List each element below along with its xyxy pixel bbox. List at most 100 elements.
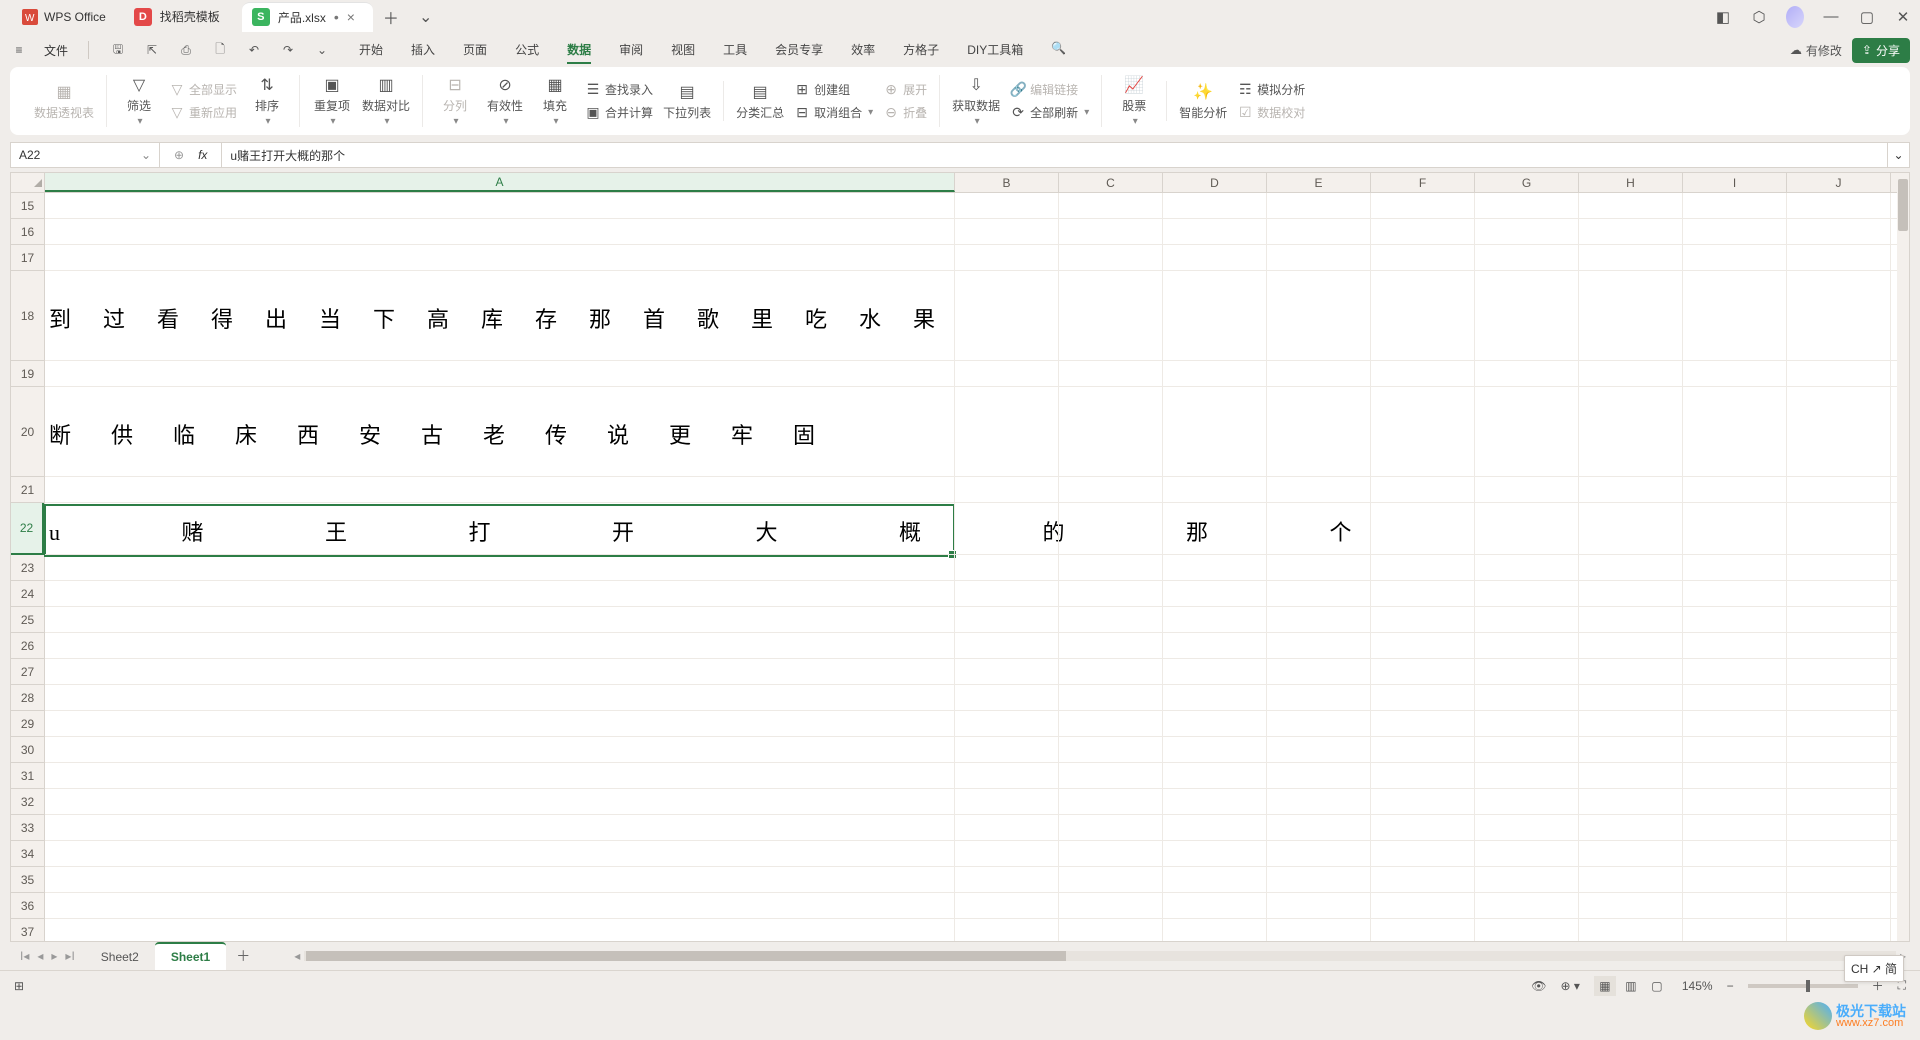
find-entry-button[interactable]: ☰查找录入: [585, 81, 653, 98]
file-menu[interactable]: 文件: [44, 42, 68, 59]
file-tab-active[interactable]: S 产品.xlsx • ×: [242, 2, 373, 32]
chevron-down-icon[interactable]: ⌄: [141, 148, 151, 162]
avatar[interactable]: [1786, 6, 1804, 28]
stocks-button[interactable]: 📈股票: [1114, 75, 1154, 127]
collapse-button[interactable]: ⊖折叠: [883, 104, 927, 121]
subtotal-button[interactable]: ▤分类汇总: [736, 82, 784, 121]
sheet-nav-last[interactable]: ▸I: [65, 949, 74, 963]
group-button[interactable]: ⊞创建组: [794, 81, 873, 98]
app-tab[interactable]: W WPS Office: [8, 0, 120, 33]
tab-member[interactable]: 会员专享: [775, 37, 823, 64]
row-header-32[interactable]: 32: [11, 789, 44, 815]
row-header-31[interactable]: 31: [11, 763, 44, 789]
edit-link-button[interactable]: 🔗编辑链接: [1010, 81, 1089, 98]
fx-label[interactable]: fx: [198, 148, 207, 162]
col-header-C[interactable]: C: [1059, 173, 1163, 192]
zoom-slider[interactable]: [1748, 984, 1858, 988]
filter-button[interactable]: ▽筛选: [119, 75, 159, 127]
sort-button[interactable]: ⇅排序: [247, 75, 287, 127]
row-header-24[interactable]: 24: [11, 581, 44, 607]
col-header-F[interactable]: F: [1371, 173, 1475, 192]
export-icon[interactable]: ⇱: [143, 41, 161, 59]
add-tab-button[interactable]: ＋: [373, 5, 409, 29]
maximize-button[interactable]: ▢: [1858, 8, 1876, 26]
sheet-nav-first[interactable]: I◂: [20, 949, 29, 963]
duplicate-button[interactable]: ▣重复项: [312, 75, 352, 127]
formula-input[interactable]: u赌王打开大概的那个: [222, 142, 1888, 168]
expand-formula-button[interactable]: ⌄: [1888, 142, 1910, 168]
get-data-button[interactable]: ⇩获取数据: [952, 75, 1000, 127]
menu-icon[interactable]: ≡: [10, 41, 28, 59]
merge-calc-button[interactable]: ▣合并计算: [585, 104, 653, 121]
spreadsheet-grid[interactable]: ABCDEFGHIJ 15161718192021222324252627282…: [10, 172, 1910, 942]
focus-icon[interactable]: ⊕ ▾: [1560, 979, 1579, 993]
qat-dropdown-icon[interactable]: ⌄: [313, 41, 331, 59]
row-header-27[interactable]: 27: [11, 659, 44, 685]
col-header-J[interactable]: J: [1787, 173, 1891, 192]
view-normal[interactable]: ▦: [1594, 976, 1616, 996]
eye-icon[interactable]: 👁: [1531, 979, 1546, 993]
view-page[interactable]: ▥: [1620, 976, 1642, 996]
has-changes-indicator[interactable]: ☁有修改: [1790, 42, 1842, 59]
tab-efficiency[interactable]: 效率: [851, 37, 875, 64]
row-header-23[interactable]: 23: [11, 555, 44, 581]
show-all-button[interactable]: ▽全部显示: [169, 81, 237, 98]
zoom-out-button[interactable]: −: [1727, 979, 1734, 993]
column-headers[interactable]: ABCDEFGHIJ: [45, 173, 1897, 193]
row-header-35[interactable]: 35: [11, 867, 44, 893]
cell-a18[interactable]: 到过看得出当下高库存那首歌里吃水果: [47, 273, 967, 363]
name-box[interactable]: A22 ⌄: [10, 142, 160, 168]
zoom-value[interactable]: 145%: [1682, 979, 1713, 993]
row-header-17[interactable]: 17: [11, 245, 44, 271]
tab-formula[interactable]: 公式: [515, 37, 539, 64]
panel-icon[interactable]: ◧: [1714, 8, 1732, 26]
smart-analysis-button[interactable]: ✨智能分析: [1179, 82, 1227, 121]
add-sheet-button[interactable]: ＋: [226, 946, 260, 966]
row-header-36[interactable]: 36: [11, 893, 44, 919]
row-header-21[interactable]: 21: [11, 477, 44, 503]
col-header-I[interactable]: I: [1683, 173, 1787, 192]
row-header-15[interactable]: 15: [11, 193, 44, 219]
tab-dropdown[interactable]: ⌄: [409, 7, 442, 27]
col-header-D[interactable]: D: [1163, 173, 1267, 192]
print-icon[interactable]: ⎙: [177, 41, 195, 59]
tab-view[interactable]: 视图: [671, 37, 695, 64]
undo-icon[interactable]: ↶: [245, 41, 263, 59]
row-header-37[interactable]: 37: [11, 919, 44, 942]
col-header-G[interactable]: G: [1475, 173, 1579, 192]
tab-insert[interactable]: 插入: [411, 37, 435, 64]
col-header-B[interactable]: B: [955, 173, 1059, 192]
tab-tools[interactable]: 工具: [723, 37, 747, 64]
sheet-nav-prev[interactable]: ◂: [37, 949, 43, 963]
row-header-34[interactable]: 34: [11, 841, 44, 867]
row-header-19[interactable]: 19: [11, 361, 44, 387]
tab-diy[interactable]: DIY工具箱: [967, 37, 1023, 64]
vertical-scrollbar[interactable]: [1897, 173, 1909, 941]
row-header-20[interactable]: 20: [11, 387, 44, 477]
data-compare-button[interactable]: ▥数据对比: [362, 75, 410, 127]
split-button[interactable]: ⊟分列: [435, 75, 475, 127]
sim-analysis-button[interactable]: ☶模拟分析: [1237, 81, 1305, 98]
row-header-33[interactable]: 33: [11, 815, 44, 841]
tab-fangezi[interactable]: 方格子: [903, 37, 939, 64]
refresh-all-button[interactable]: ⟳全部刷新: [1010, 104, 1089, 121]
share-button[interactable]: ⇪分享: [1852, 38, 1910, 63]
minimize-button[interactable]: —: [1822, 8, 1840, 25]
row-header-25[interactable]: 25: [11, 607, 44, 633]
sheet-tab-sheet1[interactable]: Sheet1: [155, 942, 226, 970]
row-header-26[interactable]: 26: [11, 633, 44, 659]
horizontal-scrollbar[interactable]: ◂ ▸: [260, 949, 1910, 963]
data-validate-button[interactable]: ☑数据校对: [1237, 104, 1305, 121]
template-tab[interactable]: D 找稻壳模板: [124, 2, 238, 32]
sheet-tab-sheet2[interactable]: Sheet2: [85, 944, 155, 970]
row-header-22[interactable]: 22: [11, 503, 44, 555]
expand-button[interactable]: ⊕展开: [883, 81, 927, 98]
row-header-29[interactable]: 29: [11, 711, 44, 737]
row-header-18[interactable]: 18: [11, 271, 44, 361]
cell-a20[interactable]: 断供临床西安古老传说更牢固: [47, 389, 855, 479]
close-window-button[interactable]: ✕: [1894, 8, 1912, 26]
search-icon[interactable]: 🔍: [1051, 37, 1066, 64]
zoom-formula-icon[interactable]: ⊕: [174, 148, 184, 162]
redo-icon[interactable]: ↷: [279, 41, 297, 59]
validity-button[interactable]: ⊘有效性: [485, 75, 525, 127]
